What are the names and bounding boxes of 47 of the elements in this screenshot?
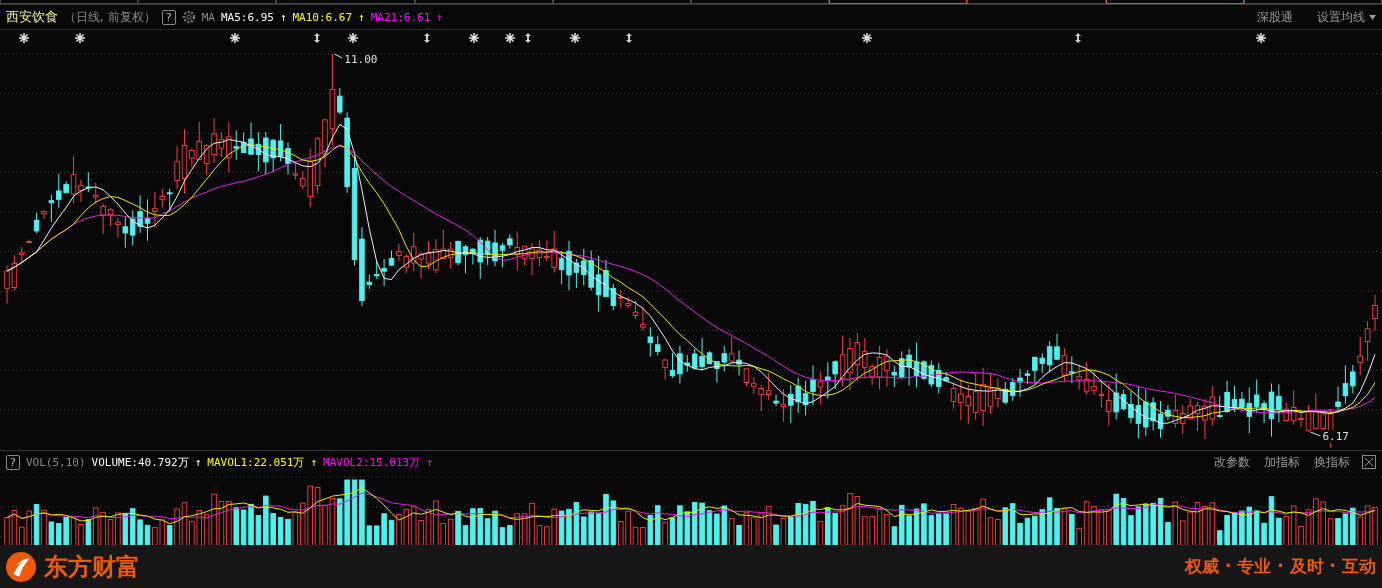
double-arrow-icon[interactable] (626, 33, 632, 43)
help-button[interactable]: ? (6, 454, 20, 470)
asterisk-icon[interactable] (505, 33, 515, 43)
indicator-value: MA21:6.61 (370, 10, 431, 24)
double-arrow-icon[interactable] (525, 33, 531, 43)
asterisk-icon[interactable] (230, 33, 240, 43)
arrow-icon: ↑ (194, 455, 202, 469)
low-price-label: 6.17 (1322, 430, 1349, 443)
caret-icon (1369, 14, 1376, 20)
leader-line (333, 53, 343, 59)
high-price-label: 11.00 (344, 53, 378, 66)
indicator-name: MA (201, 10, 215, 24)
asterisk-icon[interactable] (1256, 33, 1266, 43)
indicator-value: VOLUME:40.792万 (91, 454, 189, 470)
asterisk-icon[interactable] (570, 33, 580, 43)
arrow-icon: ↑ (426, 455, 433, 469)
arrow-icon: ↑ (279, 10, 287, 24)
indicator-name: VOL(5,10) (26, 455, 86, 469)
arrow-icon: ↑ (358, 10, 365, 24)
asterisk-icon[interactable] (469, 33, 479, 43)
slogan: 权威 · 专业 · 及时 · 互动 (1185, 555, 1376, 578)
indicator-value: MAVOL2:15.013万 (323, 454, 421, 470)
double-arrow-icon[interactable] (314, 33, 320, 43)
asterisk-icon[interactable] (75, 33, 85, 43)
indicator-value: MAVOL1:22.051万 (207, 454, 305, 470)
asterisk-icon[interactable] (19, 33, 29, 43)
chart-mode-label: （日线, 前复权） (64, 8, 156, 26)
indicator-value: MA5:6.95 (220, 10, 274, 24)
double-arrow-icon[interactable] (1075, 33, 1081, 43)
asterisk-icon[interactable] (862, 33, 872, 43)
settings-icon[interactable] (181, 10, 196, 24)
indicator-link[interactable]: 改参数 (1214, 453, 1250, 471)
indicator-link[interactable]: 换指标 (1314, 453, 1350, 471)
indicator-link[interactable]: 加指标 (1264, 453, 1300, 471)
indicator-value: MA10:6.67 (292, 10, 353, 24)
brand-name: 东方财富 (44, 551, 140, 583)
stock-title: 西安饮食 (6, 8, 58, 26)
arrow-icon: ↑ (310, 455, 318, 469)
help-button[interactable]: ? (161, 9, 176, 25)
northbound-link[interactable]: 深股通 (1257, 8, 1293, 26)
leader-line (1309, 431, 1321, 437)
close-icon[interactable] (1362, 455, 1376, 469)
arrow-icon: ↑ (436, 10, 443, 24)
double-arrow-icon[interactable] (424, 33, 430, 43)
asterisk-icon[interactable] (348, 33, 358, 43)
ma-settings-dropdown[interactable]: 设置均线 (1317, 8, 1376, 26)
logo-icon (6, 551, 36, 582)
